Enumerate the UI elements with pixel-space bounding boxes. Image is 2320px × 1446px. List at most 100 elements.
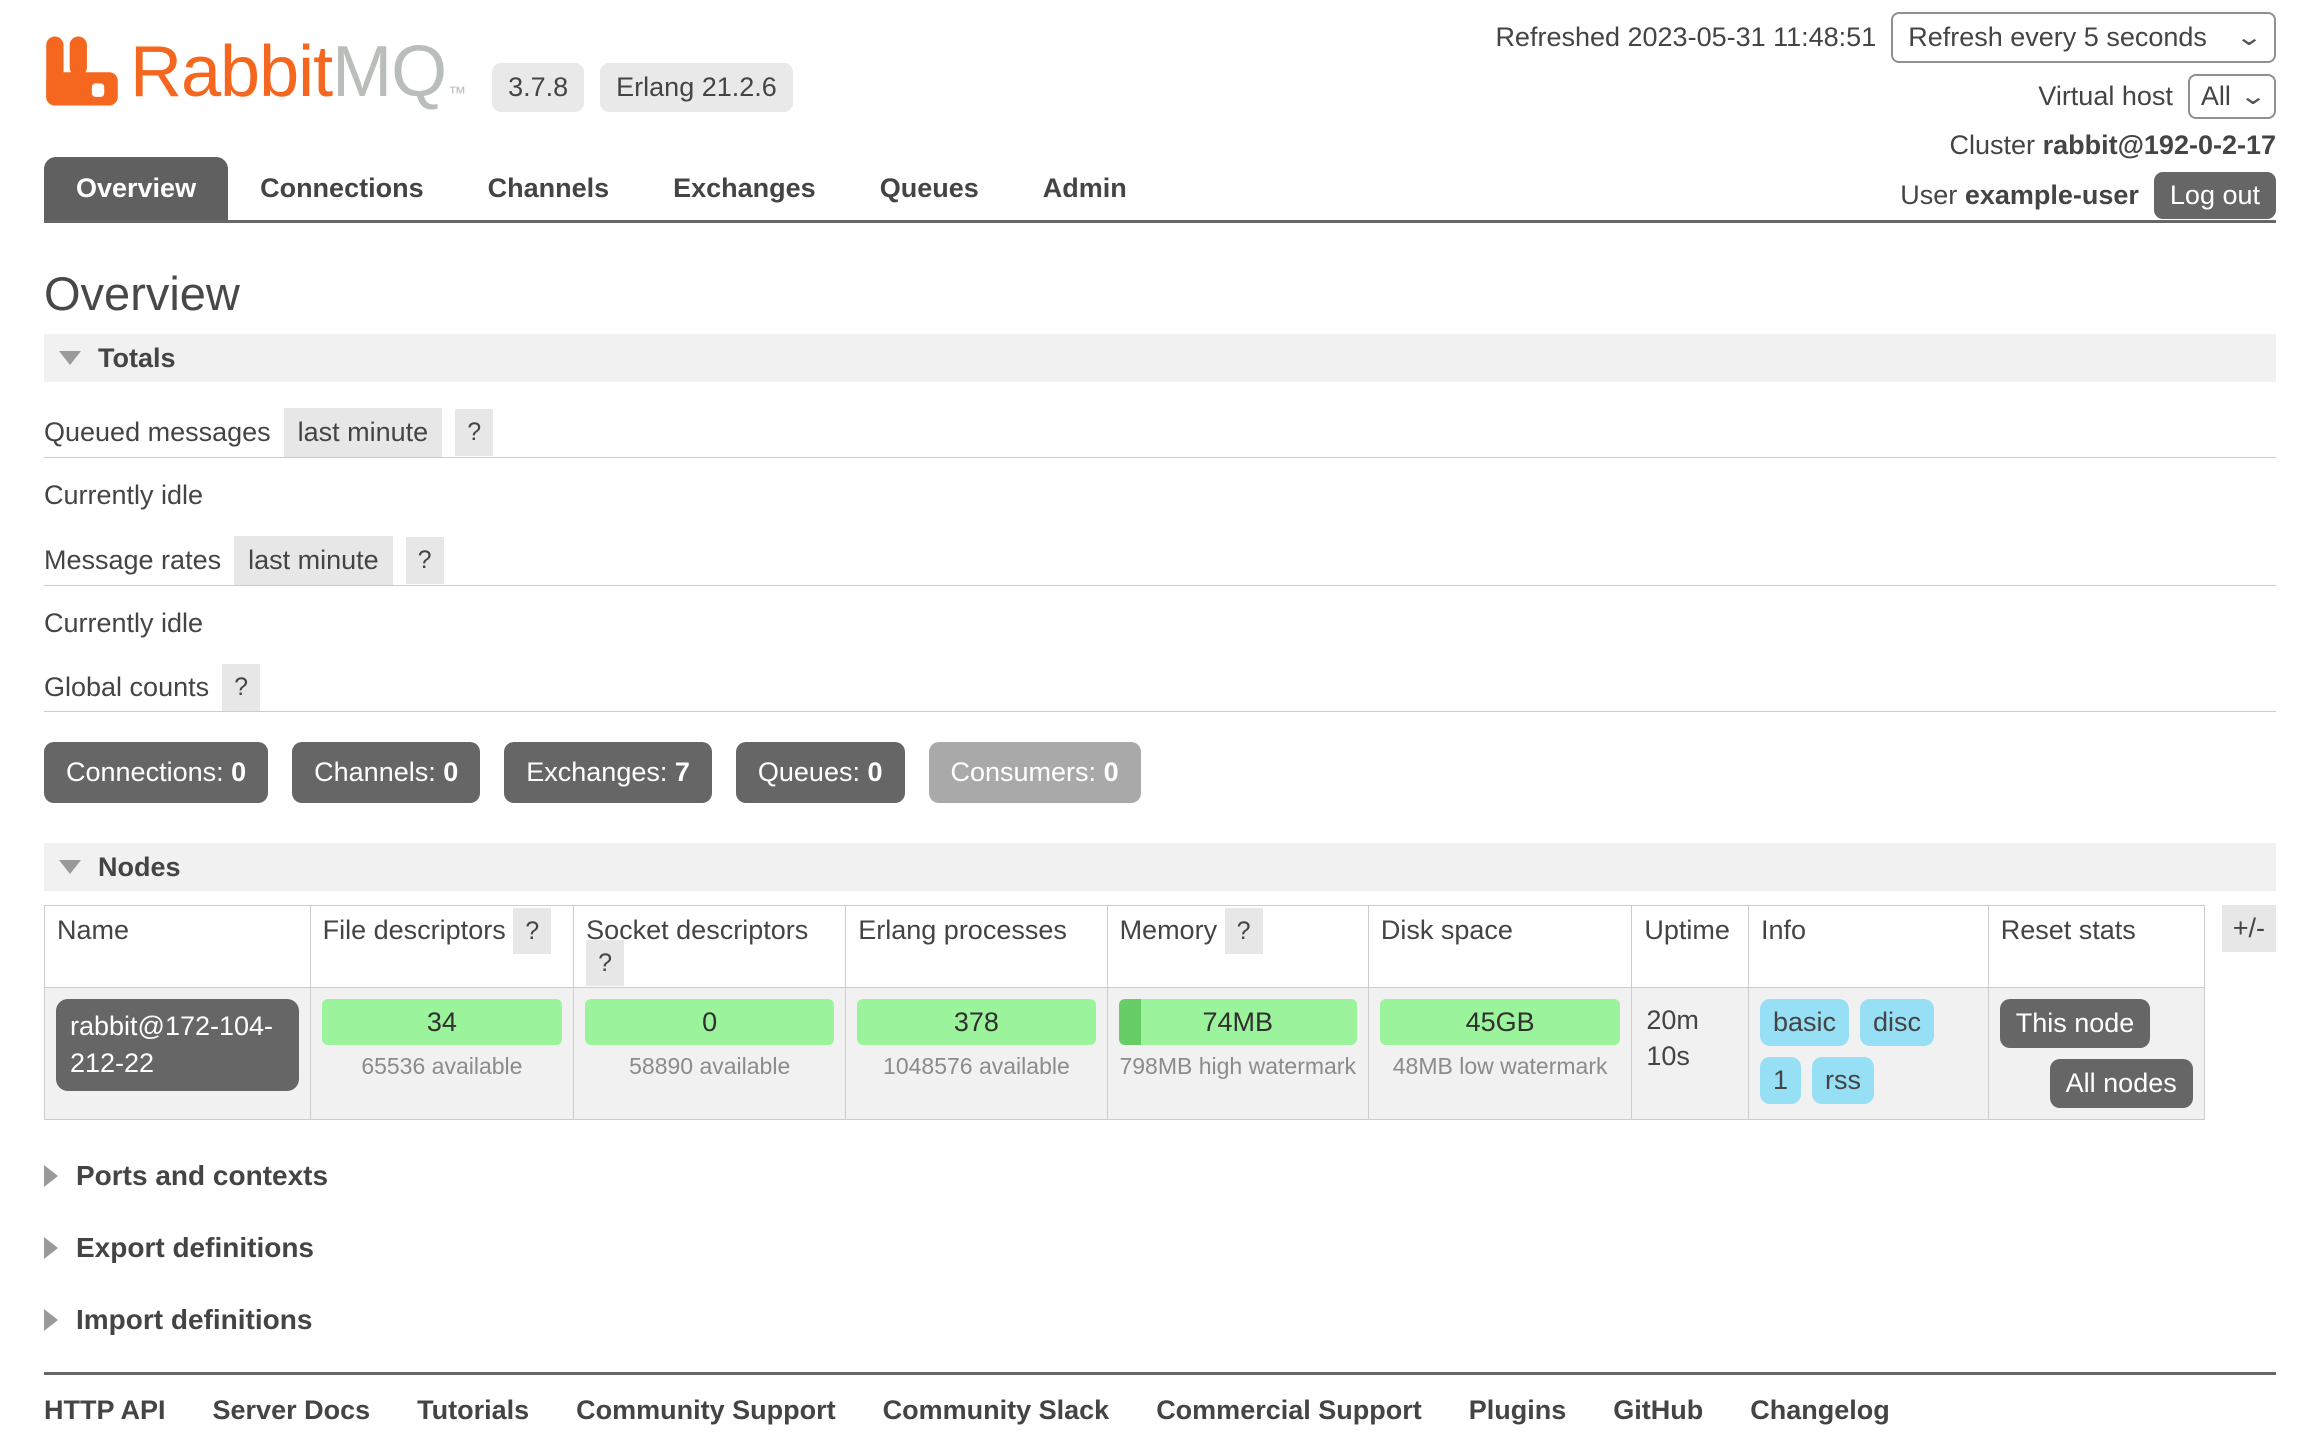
col-file-descriptors: File descriptors ?: [310, 906, 573, 988]
col-info: Info: [1748, 906, 1988, 988]
footer-link-changelog[interactable]: Changelog: [1750, 1395, 1890, 1426]
import-definitions-section[interactable]: Import definitions: [44, 1304, 2276, 1336]
connections-counter-value: 0: [231, 757, 246, 787]
memory-detail: 798MB high watermark: [1119, 1053, 1357, 1080]
totals-section-header[interactable]: Totals: [44, 334, 2276, 382]
footer-link-commercial-support[interactable]: Commercial Support: [1156, 1395, 1422, 1426]
channels-counter: Channels: 0: [292, 742, 480, 803]
nodes-section-header[interactable]: Nodes: [44, 843, 2276, 891]
consumers-counter-value: 0: [1104, 757, 1119, 787]
refreshed-timestamp: Refreshed 2023-05-31 11:48:51: [1495, 22, 1876, 53]
footer-link-github[interactable]: GitHub: [1613, 1395, 1703, 1426]
bar-used-segment: [1119, 999, 1141, 1045]
exchanges-counter: Exchanges: 7: [504, 742, 712, 803]
channels-counter-label: Channels:: [314, 757, 443, 787]
virtual-host-select[interactable]: All ⌄: [2188, 74, 2276, 119]
help-icon[interactable]: ?: [406, 537, 444, 584]
footer-link-community-slack[interactable]: Community Slack: [883, 1395, 1110, 1426]
tab-connections[interactable]: Connections: [228, 157, 456, 220]
consumers-counter-label: Consumers:: [951, 757, 1104, 787]
file-descriptors-bar: 34: [322, 999, 562, 1045]
disk-space-bar: 45GB: [1380, 999, 1620, 1045]
nodes-table-header-row: Name File descriptors ? Socket descripto…: [45, 906, 2205, 988]
footer-link-tutorials[interactable]: Tutorials: [417, 1395, 529, 1426]
brand-mq: MQ: [332, 32, 446, 112]
reset-this-node-button[interactable]: This node: [2000, 999, 2151, 1048]
socket-descriptors-bar: 0: [585, 999, 834, 1045]
connections-counter-label: Connections:: [66, 757, 231, 787]
node-name-cell: rabbit@172-104-212-22: [45, 988, 311, 1120]
footer: HTTP API Server Docs Tutorials Community…: [44, 1372, 2276, 1446]
footer-link-plugins[interactable]: Plugins: [1469, 1395, 1567, 1426]
cluster-label: Cluster: [1950, 130, 2036, 160]
uptime-cell: 20m 10s: [1632, 988, 1749, 1120]
expand-triangle-icon: [44, 1237, 58, 1259]
export-definitions-section[interactable]: Export definitions: [44, 1232, 2276, 1264]
expand-triangle-icon: [44, 1165, 58, 1187]
chevron-down-icon: ⌄: [2235, 28, 2263, 48]
file-descriptors-cell: 34 65536 available: [310, 988, 573, 1120]
message-rates-header: Message rates last minute ?: [44, 536, 2276, 586]
erlang-processes-cell: 378 1048576 available: [846, 988, 1107, 1120]
footer-link-http-api[interactable]: HTTP API: [44, 1395, 166, 1426]
queued-messages-range-tab[interactable]: last minute: [284, 408, 443, 457]
header: RabbitMQ ™ 3.7.8 Erlang 21.2.6 Refreshed…: [0, 0, 2320, 223]
socket-descriptors-detail: 58890 available: [585, 1053, 834, 1080]
global-counters: Connections: 0 Channels: 0 Exchanges: 7 …: [44, 742, 2276, 803]
help-icon[interactable]: ?: [455, 409, 493, 456]
queued-messages-header: Queued messages last minute ?: [44, 408, 2276, 458]
column-toggle-button[interactable]: +/-: [2222, 905, 2276, 952]
col-disk-space: Disk space: [1368, 906, 1631, 988]
help-icon[interactable]: ?: [1225, 908, 1263, 954]
memory-bar: 74MB: [1119, 999, 1357, 1045]
virtual-host-label: Virtual host: [2038, 81, 2173, 112]
help-icon[interactable]: ?: [513, 908, 551, 954]
socket-descriptors-cell: 0 58890 available: [574, 988, 846, 1120]
refresh-interval-value: Refresh every 5 seconds: [1908, 22, 2207, 53]
disk-space-cell: 45GB 48MB low watermark: [1368, 988, 1631, 1120]
tab-admin[interactable]: Admin: [1011, 157, 1159, 220]
memory-cell: 74MB 798MB high watermark: [1107, 988, 1368, 1120]
export-definitions-label: Export definitions: [76, 1232, 314, 1264]
node-row: rabbit@172-104-212-22 34 65536 available…: [45, 988, 2205, 1120]
collapse-triangle-icon: [59, 351, 81, 365]
col-file-descriptors-label: File descriptors: [323, 915, 506, 945]
message-rates-range-tab[interactable]: last minute: [234, 536, 393, 585]
tab-channels[interactable]: Channels: [456, 157, 642, 220]
nodes-table: Name File descriptors ? Socket descripto…: [44, 905, 2205, 1120]
info-tag-basic: basic: [1760, 999, 1849, 1046]
queues-counter: Queues: 0: [736, 742, 905, 803]
tab-queues[interactable]: Queues: [848, 157, 1011, 220]
col-name: Name: [45, 906, 311, 988]
reset-all-nodes-button[interactable]: All nodes: [2050, 1059, 2193, 1108]
col-socket-descriptors: Socket descriptors ?: [574, 906, 846, 988]
disk-space-value: 45GB: [1466, 1007, 1535, 1038]
tab-exchanges[interactable]: Exchanges: [641, 157, 848, 220]
footer-link-community-support[interactable]: Community Support: [576, 1395, 835, 1426]
help-icon[interactable]: ?: [222, 664, 260, 711]
info-tag-rss: rss: [1812, 1057, 1874, 1104]
erlang-processes-value: 378: [954, 1007, 999, 1038]
brand-wordmark: RabbitMQ: [130, 36, 446, 108]
global-counts-label: Global counts: [44, 672, 209, 703]
file-descriptors-detail: 65536 available: [322, 1053, 562, 1080]
node-name-link[interactable]: rabbit@172-104-212-22: [56, 999, 299, 1091]
ports-and-contexts-section[interactable]: Ports and contexts: [44, 1160, 2276, 1192]
consumers-counter: Consumers: 0: [929, 742, 1141, 803]
nodes-section-title: Nodes: [98, 852, 181, 883]
tab-overview[interactable]: Overview: [44, 157, 228, 220]
exchanges-counter-label: Exchanges:: [526, 757, 675, 787]
refresh-interval-select[interactable]: Refresh every 5 seconds ⌄: [1891, 12, 2276, 63]
channels-counter-value: 0: [443, 757, 458, 787]
col-memory-label: Memory: [1120, 915, 1218, 945]
chevron-down-icon: ⌄: [2239, 87, 2267, 107]
rabbitmq-version-badge: 3.7.8: [492, 63, 584, 112]
exchanges-counter-value: 7: [675, 757, 690, 787]
page-title: Overview: [44, 266, 2276, 321]
queues-counter-label: Queues:: [758, 757, 868, 787]
ports-and-contexts-label: Ports and contexts: [76, 1160, 328, 1192]
footer-link-server-docs[interactable]: Server Docs: [213, 1395, 371, 1426]
col-memory: Memory ?: [1107, 906, 1368, 988]
trademark-symbol: ™: [448, 83, 466, 104]
help-icon[interactable]: ?: [586, 940, 624, 986]
